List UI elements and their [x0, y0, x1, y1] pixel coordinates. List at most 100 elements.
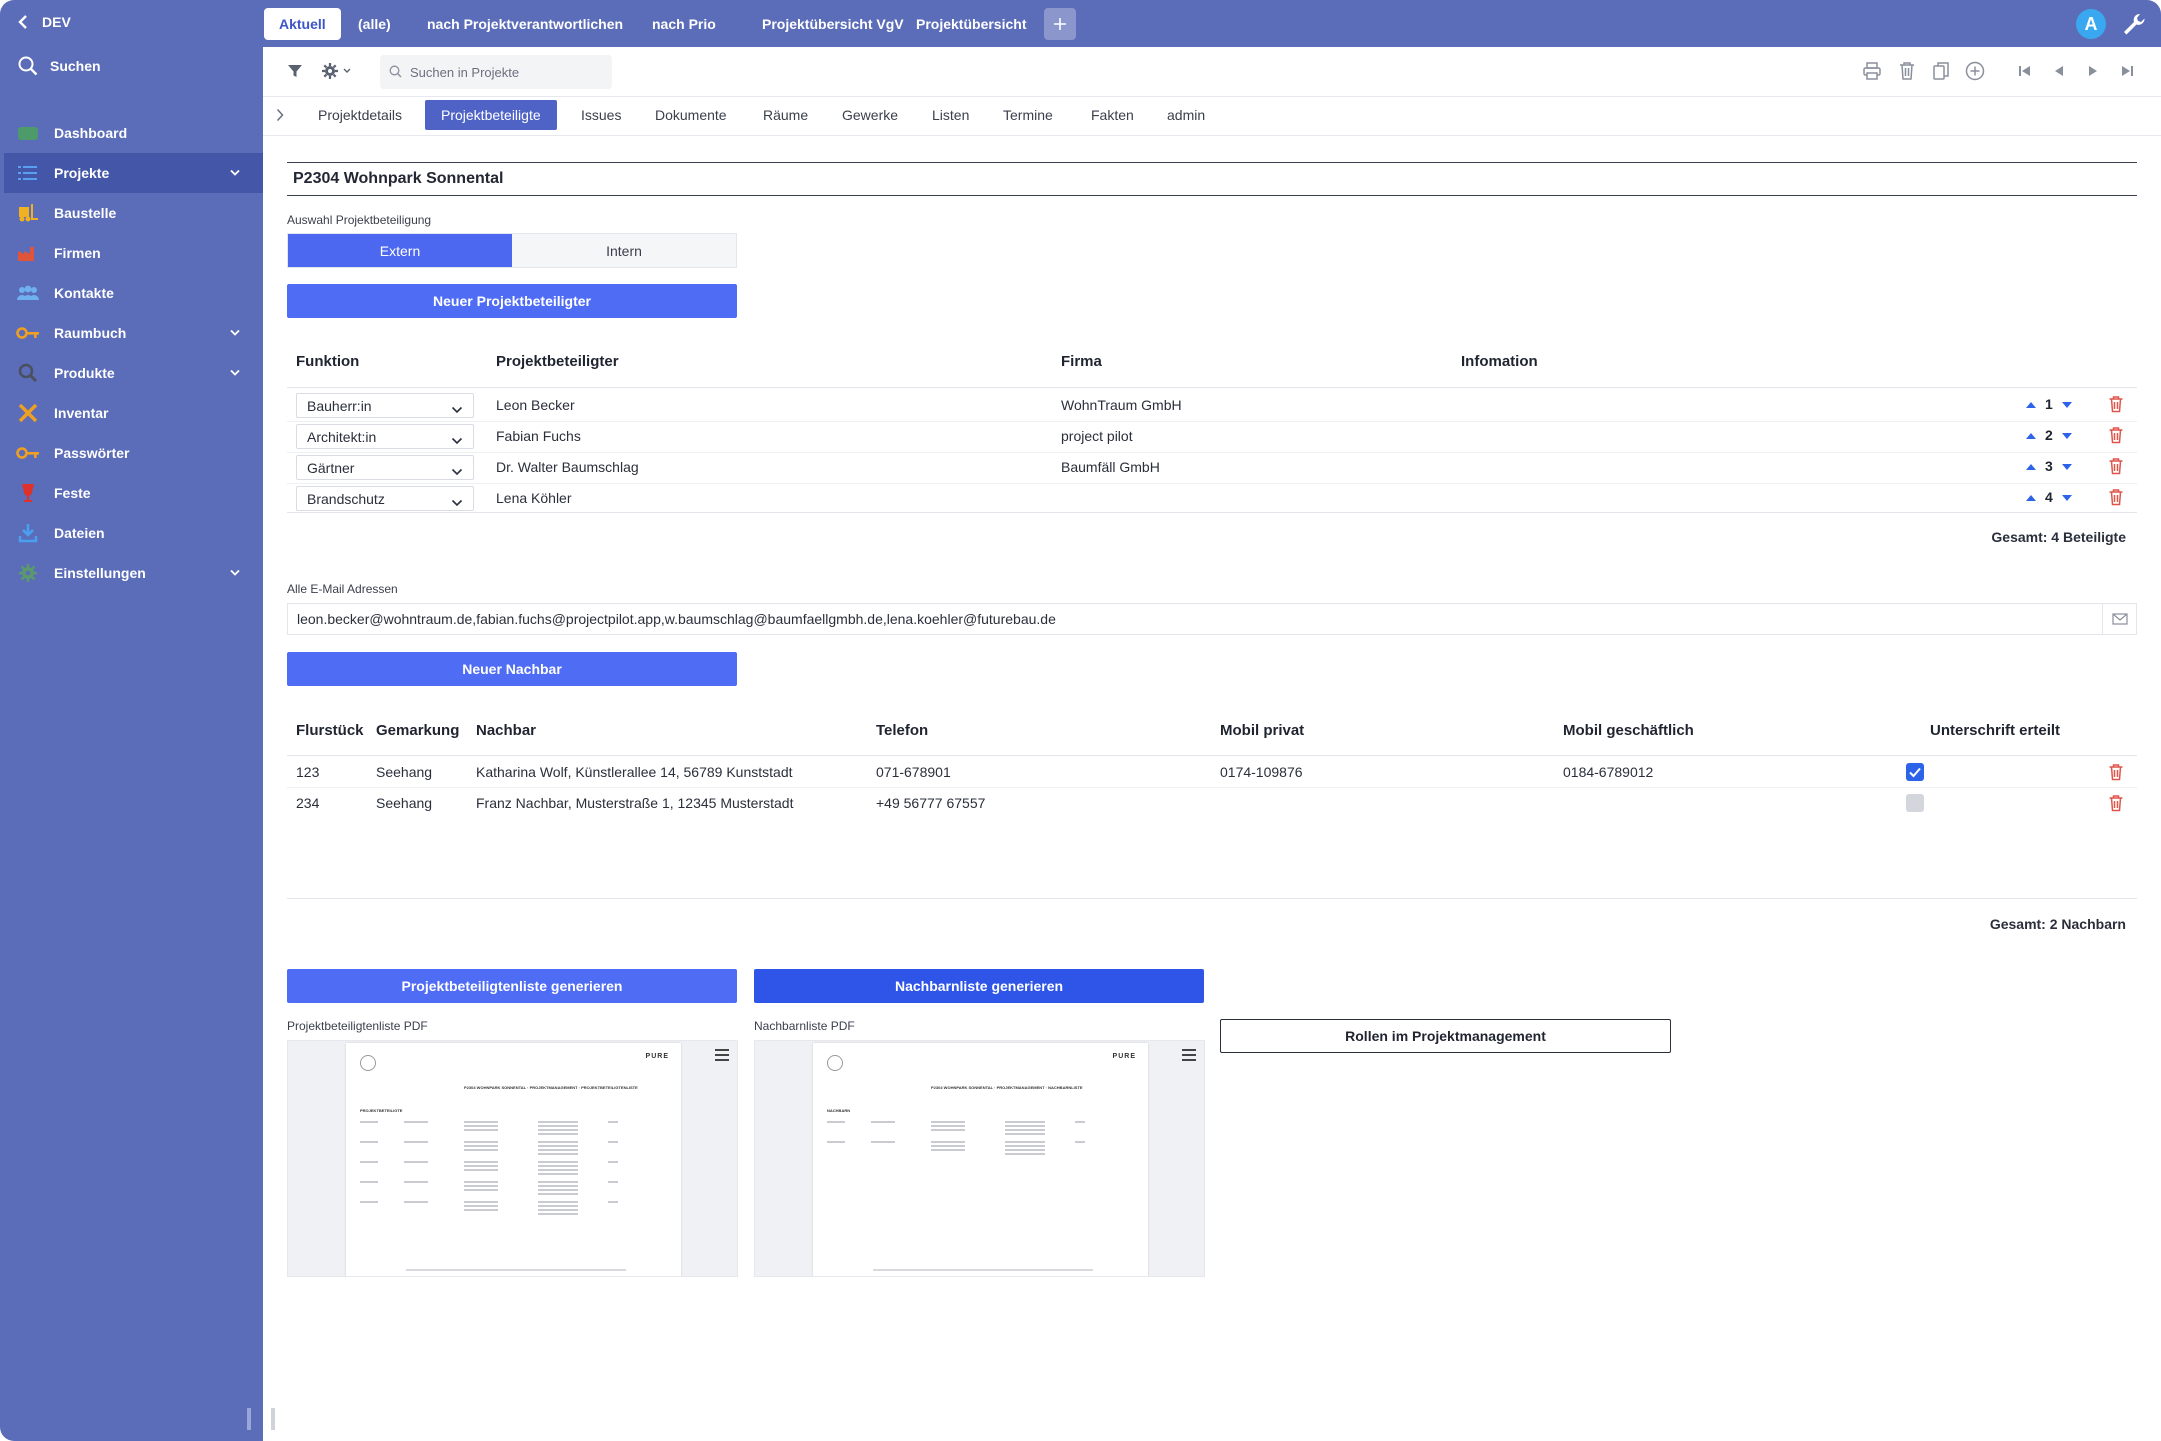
tab-projektbeteiligte[interactable]: Projektbeteiligte: [425, 100, 557, 130]
tab-admin[interactable]: admin: [1151, 100, 1221, 130]
generate-beteiligtenliste-button[interactable]: Projektbeteiligtenliste generieren: [287, 969, 737, 1003]
tab-alle[interactable]: (alle): [343, 8, 406, 40]
chevron-down-icon[interactable]: [229, 165, 243, 179]
emails-field[interactable]: leon.becker@wohntraum.de,fabian.fuchs@pr…: [287, 603, 2137, 635]
tab-projektuebersicht[interactable]: Projektübersicht: [901, 8, 1041, 40]
rollen-projektmanagement-button[interactable]: Rollen im Projektmanagement: [1220, 1019, 1671, 1053]
option-extern[interactable]: Extern: [288, 234, 512, 267]
sidebar-item-feste[interactable]: Feste: [4, 473, 263, 513]
new-nachbar-button[interactable]: Neuer Nachbar: [287, 652, 737, 686]
trash-icon[interactable]: [2108, 763, 2124, 781]
back-to-env[interactable]: DEV: [18, 14, 71, 30]
arrow-up-icon[interactable]: [2025, 427, 2037, 443]
add-project-button[interactable]: [1963, 59, 1987, 83]
dashboard-icon: [16, 123, 40, 143]
project-search-input[interactable]: Suchen in Projekte: [380, 55, 612, 89]
delete-project-button[interactable]: [1895, 59, 1919, 83]
order-value: 2: [2045, 427, 2053, 443]
sidebar-item-einstellungen[interactable]: Einstellungen: [4, 553, 263, 593]
sidebar-nav: Dashboard Projekte Baustelle Firmen Kontakte…: [4, 113, 263, 593]
sidebar-item-dateien[interactable]: Dateien: [4, 513, 263, 553]
send-mail-button[interactable]: [2102, 604, 2136, 634]
option-intern[interactable]: Intern: [512, 234, 736, 267]
trash-icon[interactable]: [2108, 426, 2124, 444]
last-record-button[interactable]: [2115, 59, 2139, 83]
tab-nach-projektverantwortlichen[interactable]: nach Projektverantwortlichen: [412, 8, 638, 40]
pdf-text-line: [538, 1213, 578, 1215]
tab-issues[interactable]: Issues: [565, 100, 637, 130]
pdf-preview-beteiligte[interactable]: PURE P2304 WOHNPARK SONNENTAL · PROJEKTM…: [287, 1040, 738, 1277]
pdf-text-line: [1005, 1145, 1045, 1147]
add-tab-button[interactable]: [1044, 8, 1076, 40]
first-record-button[interactable]: [2013, 59, 2037, 83]
sidebar-resize-handle[interactable]: [247, 1408, 251, 1430]
pdf-text-line: [538, 1161, 578, 1163]
sidebar-item-projekte[interactable]: Projekte: [4, 153, 263, 193]
arrow-up-icon[interactable]: [2025, 489, 2037, 505]
chevron-down-icon[interactable]: [229, 325, 243, 339]
tab-gewerke[interactable]: Gewerke: [826, 100, 914, 130]
tab-aktuell[interactable]: Aktuell: [264, 8, 341, 40]
pdf-menu-icon[interactable]: [1182, 1049, 1196, 1061]
chevron-down-icon[interactable]: [229, 365, 243, 379]
sidebar-item-passw-rter[interactable]: Passwörter: [4, 433, 263, 473]
filter-button[interactable]: [283, 59, 307, 83]
expand-panel-button[interactable]: [276, 108, 284, 125]
next-record-button[interactable]: [2081, 59, 2105, 83]
arrow-up-icon[interactable]: [2025, 396, 2037, 412]
trash-icon[interactable]: [2108, 488, 2124, 506]
pdf-menu-icon[interactable]: [715, 1049, 729, 1061]
tab-listen[interactable]: Listen: [916, 100, 985, 130]
settings-dropdown-button[interactable]: [318, 59, 354, 83]
trash-icon[interactable]: [2108, 395, 2124, 413]
check-icon: [1909, 767, 1921, 778]
tab-termine[interactable]: Termine: [987, 100, 1069, 130]
generate-nachbarnliste-button[interactable]: Nachbarnliste generieren: [754, 969, 1204, 1003]
tab-projektdetails[interactable]: Projektdetails: [302, 100, 418, 130]
tab-fakten[interactable]: Fakten: [1075, 100, 1150, 130]
sidebar-item-baustelle[interactable]: Baustelle: [4, 193, 263, 233]
sidebar-item-inventar[interactable]: Inventar: [4, 393, 263, 433]
sidebar-item-dashboard[interactable]: Dashboard: [4, 113, 263, 153]
new-beteiligter-button[interactable]: Neuer Projektbeteiligter: [287, 284, 737, 318]
sidebar-item-raumbuch[interactable]: Raumbuch: [4, 313, 263, 353]
tab-dokumente[interactable]: Dokumente: [639, 100, 743, 130]
arrow-down-icon[interactable]: [2061, 427, 2073, 443]
tab-raeume[interactable]: Räume: [747, 100, 824, 130]
copy-project-button[interactable]: [1929, 59, 1953, 83]
pdf-text-line: [538, 1193, 578, 1195]
content-resize-handle[interactable]: [271, 1408, 275, 1430]
arrow-down-icon[interactable]: [2061, 489, 2073, 505]
funktion-select[interactable]: Gärtner: [296, 455, 474, 480]
previous-record-button[interactable]: [2047, 59, 2071, 83]
pdf-text-line: [538, 1201, 578, 1203]
settings-wrench-button[interactable]: [2121, 11, 2147, 37]
sidebar-item-firmen[interactable]: Firmen: [4, 233, 263, 273]
env-label: DEV: [42, 14, 71, 30]
print-button[interactable]: [1860, 59, 1884, 83]
pdf-text-line: [1005, 1133, 1045, 1135]
sidebar-item-kontakte[interactable]: Kontakte: [4, 273, 263, 313]
arrow-up-icon[interactable]: [2025, 458, 2037, 474]
sidebar-search[interactable]: Suchen: [18, 56, 101, 76]
key-icon: [16, 443, 40, 463]
sidebar-item-produkte[interactable]: Produkte: [4, 353, 263, 393]
tab-nach-prio[interactable]: nach Prio: [637, 8, 731, 40]
pdf-text-line: [360, 1201, 378, 1203]
unterschrift-checkbox[interactable]: [1906, 763, 1924, 781]
avatar[interactable]: A: [2076, 9, 2106, 39]
funktion-select[interactable]: Bauherr:in: [296, 393, 474, 418]
trash-icon[interactable]: [2108, 457, 2124, 475]
unterschrift-checkbox[interactable]: [1906, 794, 1924, 812]
trash-icon[interactable]: [2108, 794, 2124, 812]
chevron-down-icon[interactable]: [229, 565, 243, 579]
pdf-preview-nachbarn[interactable]: PURE P2304 WOHNPARK SONNENTAL · PROJEKTM…: [754, 1040, 1205, 1277]
pdf-text-line: [538, 1209, 578, 1211]
tab-projektuebersicht-vgv[interactable]: Projektübersicht VgV: [747, 8, 919, 40]
beteiligte-total: Gesamt: 4 Beteiligte: [1991, 529, 2126, 545]
funktion-select[interactable]: Architekt:in: [296, 424, 474, 449]
pdf-text-line: [538, 1121, 578, 1123]
arrow-down-icon[interactable]: [2061, 396, 2073, 412]
arrow-down-icon[interactable]: [2061, 458, 2073, 474]
funktion-select[interactable]: Brandschutz: [296, 486, 474, 511]
